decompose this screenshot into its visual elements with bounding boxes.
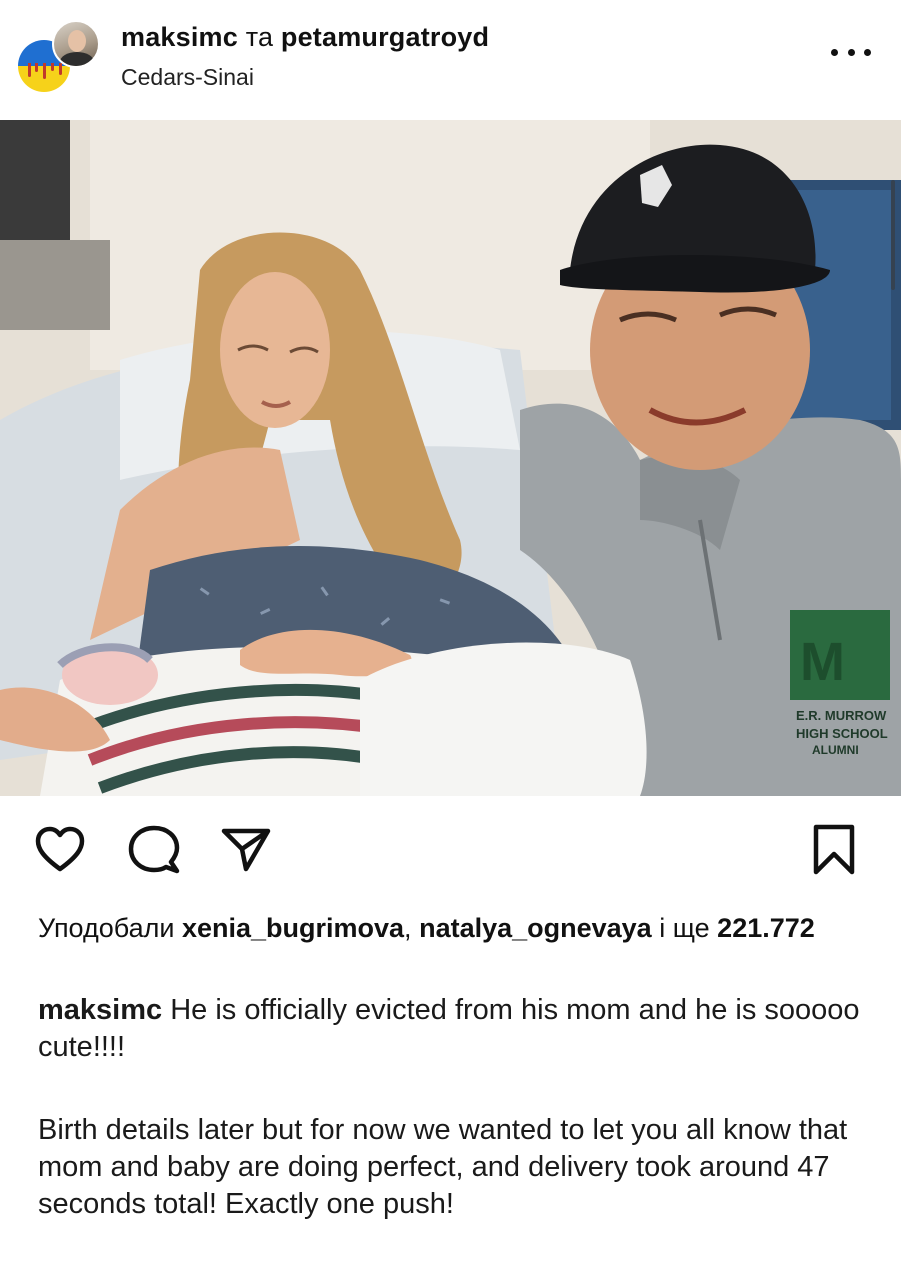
heart-icon[interactable]: [32, 822, 88, 878]
likes-count[interactable]: 221.772: [717, 913, 815, 943]
svg-text:M: M: [800, 632, 845, 692]
liker-username[interactable]: xenia_bugrimova: [182, 913, 404, 943]
likes-prefix: Уподобали: [38, 913, 175, 943]
liker-username[interactable]: natalya_ognevaya: [419, 913, 652, 943]
author-username[interactable]: maksimc: [121, 22, 238, 52]
avatar[interactable]: [16, 20, 100, 96]
more-horizontal-icon[interactable]: [831, 42, 871, 62]
bookmark-icon[interactable]: [806, 822, 862, 878]
post-photo[interactable]: M E.R. MURROW HIGH SCHOOL ALUMNI: [0, 120, 901, 796]
post-location[interactable]: Cedars-Sinai: [121, 64, 254, 91]
post-caption: maksimc He is officially evicted from hi…: [38, 992, 868, 1223]
post-header: maksimc та petamurgatroyd Cedars-Sinai: [0, 0, 901, 120]
post-photo-illustration: M E.R. MURROW HIGH SCHOOL ALUMNI: [0, 120, 901, 796]
authors-joiner: та: [245, 22, 274, 52]
coauthor-username[interactable]: petamurgatroyd: [281, 22, 489, 52]
caption-username[interactable]: maksimc: [38, 994, 162, 1026]
coauthor-avatar[interactable]: [52, 20, 100, 68]
caption-paragraph: Birth details later but for now we wante…: [38, 1114, 848, 1220]
action-bar: [0, 796, 901, 906]
post-authors: maksimc та petamurgatroyd: [121, 22, 489, 53]
likes-summary: Уподобали xenia_bugrimova, natalya_ognev…: [38, 910, 868, 946]
scroll-indicator[interactable]: [891, 180, 895, 290]
comment-icon[interactable]: [126, 822, 182, 878]
caption-first-line: maksimc He is officially evicted from hi…: [38, 992, 868, 1066]
likes-and-more: і ще: [659, 913, 710, 943]
caption-text: He is officially evicted from his mom an…: [38, 994, 860, 1063]
svg-text:E.R. MURROW: E.R. MURROW: [796, 708, 887, 723]
likes-separator: ,: [404, 913, 412, 943]
svg-text:HIGH SCHOOL: HIGH SCHOOL: [796, 726, 888, 741]
svg-text:ALUMNI: ALUMNI: [812, 743, 859, 757]
send-icon[interactable]: [218, 822, 274, 878]
